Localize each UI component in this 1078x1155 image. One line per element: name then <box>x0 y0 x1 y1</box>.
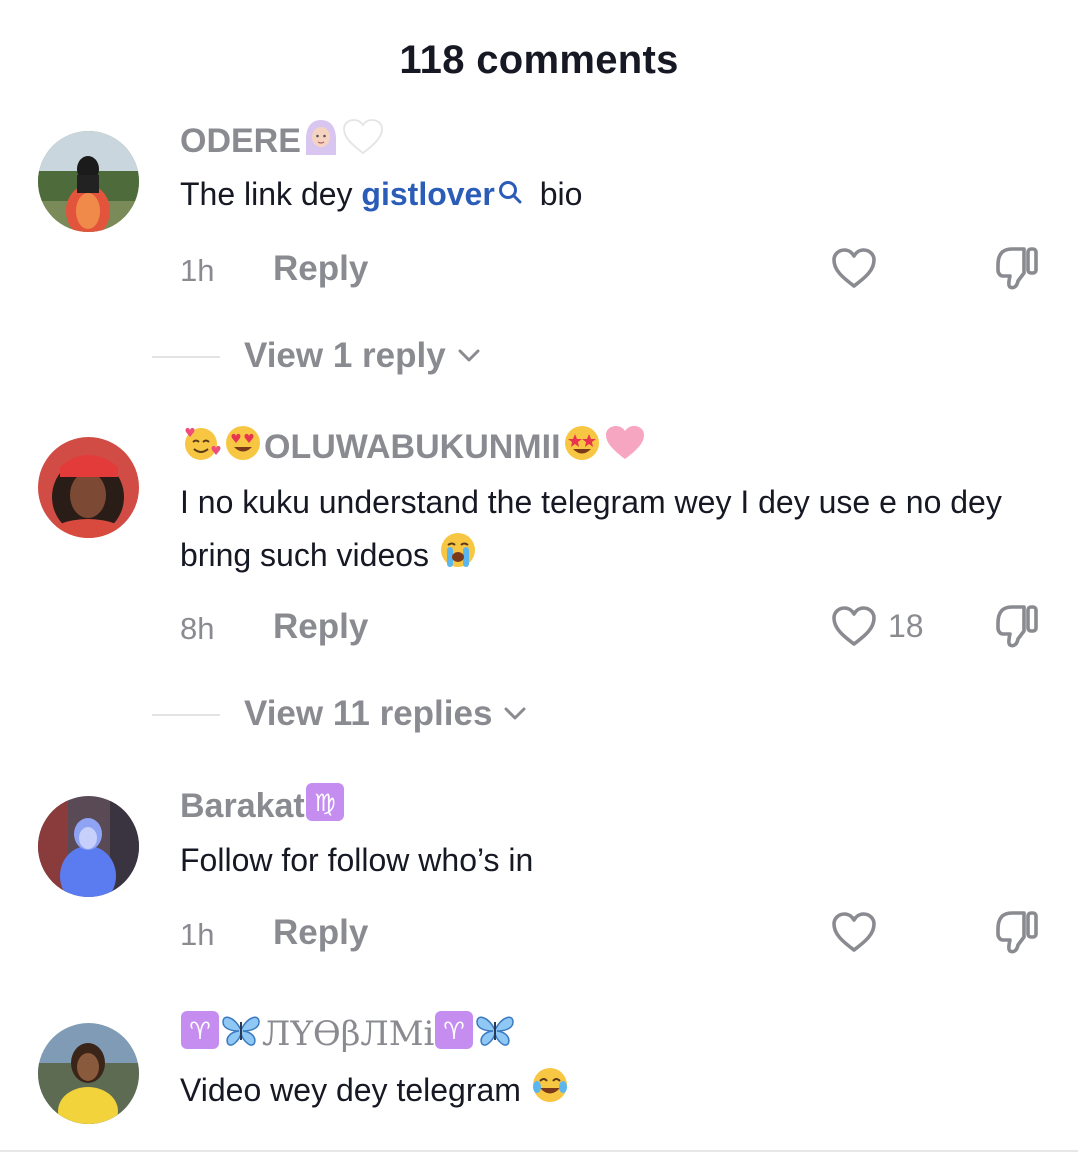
face-tears-of-joy-icon <box>530 1065 570 1121</box>
search-icon[interactable] <box>497 168 523 221</box>
reply-button[interactable]: Reply <box>273 607 368 647</box>
comments-count-title: 118 comments <box>399 38 679 82</box>
thumbs-down-icon <box>996 247 1038 290</box>
username[interactable]: ЛYϴβЛMi <box>262 1014 434 1054</box>
loudly-crying-face-icon <box>438 530 478 586</box>
aries-icon: ♈ <box>434 1010 474 1059</box>
butterfly-icon <box>474 1010 516 1059</box>
view-replies-button[interactable]: View 11 replies <box>0 690 1078 740</box>
avatar[interactable] <box>38 796 139 897</box>
smiling-face-hearts-icon <box>180 422 222 473</box>
aries-icon: ♈ <box>180 1010 220 1059</box>
view-replies-label[interactable]: View 11 replies <box>244 694 526 734</box>
comment-text: The link dey gistlover bio <box>180 168 1040 221</box>
comment-actions: 1h Reply <box>0 907 1078 967</box>
svg-text:♍: ♍ <box>314 789 336 817</box>
like-button[interactable] <box>830 907 878 957</box>
thumbs-down-icon <box>996 911 1038 954</box>
thumbs-down-icon <box>996 605 1038 648</box>
butterfly-icon <box>220 1010 262 1059</box>
avatar[interactable] <box>38 437 139 538</box>
view-replies-label[interactable]: View 1 reply <box>244 336 480 376</box>
chevron-down-icon <box>504 707 526 720</box>
heart-icon <box>832 912 876 952</box>
reply-button[interactable]: Reply <box>273 913 368 953</box>
username-line[interactable]: ODERE <box>180 117 385 166</box>
replies-divider <box>152 714 220 716</box>
bottom-divider <box>0 1150 1078 1152</box>
white-heart-icon <box>341 117 385 166</box>
like-button[interactable] <box>830 243 878 293</box>
chevron-down-icon <box>458 349 480 362</box>
username[interactable]: ODERE <box>180 122 301 161</box>
avatar-image <box>38 1023 139 1124</box>
dislike-button[interactable] <box>992 243 1042 293</box>
comment-text-body: I no kuku understand the telegram wey I … <box>180 484 1002 573</box>
svg-text:♈: ♈ <box>444 1017 466 1045</box>
username-line[interactable]: Barakat ♍ <box>180 782 345 831</box>
like-button[interactable]: 18 <box>830 601 924 651</box>
comment-time: 1h <box>180 253 215 288</box>
avatar[interactable] <box>38 1023 139 1124</box>
avatar-image <box>38 437 139 538</box>
replies-divider <box>152 356 220 358</box>
username-line[interactable]: ♈ ЛYϴβЛMi ♈ <box>180 1010 516 1059</box>
person-headscarf-icon <box>301 117 341 166</box>
heart-eyes-icon <box>222 422 264 473</box>
dislike-button[interactable] <box>992 907 1042 957</box>
mention-link[interactable]: gistlover <box>361 176 494 212</box>
virgo-icon: ♍ <box>305 782 345 831</box>
username-line[interactable]: OLUWABUKUNMII <box>180 425 647 469</box>
username[interactable]: Barakat <box>180 787 305 826</box>
comment-text-body: Video wey dey telegram <box>180 1072 521 1108</box>
view-replies-text: View 11 replies <box>244 694 493 733</box>
avatar-image <box>38 131 139 232</box>
comment-actions: 8h Reply 18 <box>0 601 1078 661</box>
like-count: 18 <box>888 607 924 644</box>
comments-panel: 118 comments ODERE The link dey gistlove… <box>0 0 1078 1155</box>
comment-time: 1h <box>180 917 215 952</box>
pink-heart-icon <box>603 423 647 472</box>
view-replies-text: View 1 reply <box>244 336 446 375</box>
reply-button[interactable]: Reply <box>273 249 368 289</box>
avatar-image <box>38 796 139 897</box>
comment-text: Video wey dey telegram <box>180 1064 1040 1121</box>
star-struck-icon <box>561 422 603 473</box>
view-replies-button[interactable]: View 1 reply <box>0 332 1078 382</box>
comment-text-before: The link dey <box>180 176 362 212</box>
heart-icon <box>832 248 876 288</box>
comment-text-body: Follow for follow who’s in <box>180 842 534 878</box>
heart-icon <box>832 606 876 646</box>
username[interactable]: OLUWABUKUNMII <box>264 428 561 467</box>
comment-time: 8h <box>180 611 215 646</box>
comment-text: Follow for follow who’s in <box>180 834 1040 887</box>
comment-actions: 1h Reply <box>0 243 1078 303</box>
comment-text: I no kuku understand the telegram wey I … <box>180 476 1040 586</box>
avatar[interactable] <box>38 131 139 232</box>
dislike-button[interactable] <box>992 601 1042 651</box>
comment-text-after: bio <box>530 176 583 212</box>
svg-text:♈: ♈ <box>189 1017 211 1045</box>
